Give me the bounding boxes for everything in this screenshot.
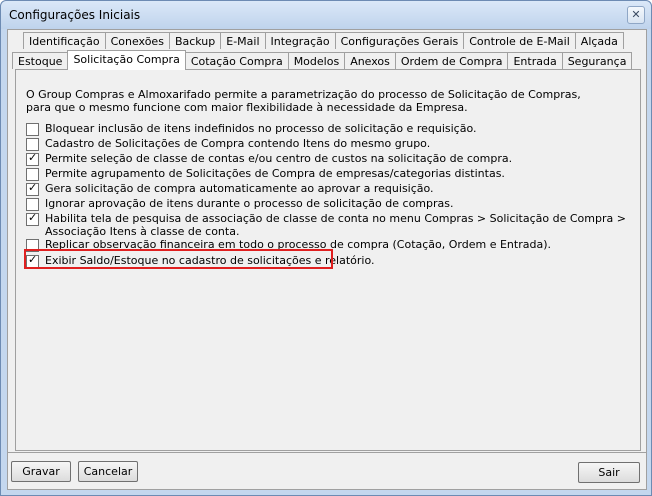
tab-anexos[interactable]: Anexos	[344, 52, 396, 69]
tab-modelos[interactable]: Modelos	[287, 52, 346, 69]
option-ignorar-aprovacao[interactable]: Ignorar aprovação de itens durante o pro…	[26, 197, 454, 211]
option-label: Gera solicitação de compra automaticamen…	[45, 182, 434, 195]
option-label: Permite agrupamento de Solicitações de C…	[45, 167, 505, 180]
title-bar[interactable]: Configurações Iniciais ✕	[1, 1, 651, 29]
option-label: Ignorar aprovação de itens durante o pro…	[45, 197, 454, 210]
intro-line-1: O Group Compras e Almoxarifado permite a…	[26, 88, 581, 101]
checkbox[interactable]	[26, 138, 39, 151]
tab-email[interactable]: E-Mail	[220, 32, 266, 49]
option-label-line-1: Habilita tela de pesquisa de associação …	[45, 212, 626, 225]
option-pesquisa-classe-conta[interactable]: Habilita tela de pesquisa de associação …	[26, 211, 626, 238]
option-selecao-classe-contas[interactable]: Permite seleção de classe de contas e/ou…	[26, 151, 513, 166]
option-gera-solicitacao-auto[interactable]: Gera solicitação de compra automaticamen…	[26, 181, 434, 196]
highlight-box	[24, 249, 333, 269]
checkbox[interactable]	[26, 211, 39, 226]
intro-text: O Group Compras e Almoxarifado permite a…	[26, 88, 581, 114]
window-title: Configurações Iniciais	[9, 8, 141, 22]
option-label: Cadastro de Solicitações de Compra conte…	[45, 137, 431, 150]
save-button[interactable]: Gravar	[11, 461, 71, 482]
tab-integracao[interactable]: Integração	[264, 32, 336, 49]
tab-identificacao[interactable]: Identificação	[23, 32, 106, 49]
checkbox[interactable]	[26, 181, 39, 196]
tab-seguranca[interactable]: Segurança	[561, 52, 633, 69]
close-icon[interactable]: ✕	[627, 6, 645, 24]
tab-estoque[interactable]: Estoque	[12, 52, 69, 69]
tab-controle-email[interactable]: Controle de E-Mail	[463, 32, 576, 49]
option-cadastro-mesmo-grupo[interactable]: Cadastro de Solicitações de Compra conte…	[26, 137, 430, 151]
tab-conexoes[interactable]: Conexões	[104, 32, 170, 49]
option-label-line-2: Associação Itens à classe de conta.	[45, 225, 240, 238]
tab-row-2: Estoque Solicitação Compra Cotação Compr…	[12, 50, 633, 70]
intro-line-2: para que o mesmo funcione com maior flex…	[26, 101, 468, 114]
button-bar: Gravar Cancelar Sair	[8, 452, 646, 490]
option-bloquear-itens[interactable]: Bloquear inclusão de itens indefinidos n…	[26, 122, 477, 136]
tab-row-1: Identificação Conexões Backup E-Mail Int…	[23, 32, 624, 50]
tab-backup[interactable]: Backup	[168, 32, 222, 49]
tab-configuracoes-gerais[interactable]: Configurações Gerais	[334, 32, 465, 49]
option-label: Habilita tela de pesquisa de associação …	[45, 212, 626, 238]
tab-ordem-de-compra[interactable]: Ordem de Compra	[394, 52, 509, 69]
tab-alcada[interactable]: Alçada	[574, 32, 624, 49]
settings-window: Configurações Iniciais ✕ Identificação C…	[0, 0, 652, 496]
checkbox[interactable]	[26, 123, 39, 136]
option-agrupamento-solicitacoes[interactable]: Permite agrupamento de Solicitações de C…	[26, 167, 505, 181]
checkbox[interactable]	[26, 198, 39, 211]
option-label: Bloquear inclusão de itens indefinidos n…	[45, 122, 477, 135]
client-area: Identificação Conexões Backup E-Mail Int…	[7, 29, 647, 490]
option-label: Permite seleção de classe de contas e/ou…	[45, 152, 513, 165]
exit-button[interactable]: Sair	[578, 462, 640, 483]
checkbox[interactable]	[26, 168, 39, 181]
tab-entrada[interactable]: Entrada	[507, 52, 563, 69]
tab-solicitacao-compra[interactable]: Solicitação Compra	[67, 50, 186, 70]
tab-cotacao-compra[interactable]: Cotação Compra	[184, 52, 289, 69]
cancel-button[interactable]: Cancelar	[78, 461, 138, 482]
checkbox[interactable]	[26, 151, 39, 166]
